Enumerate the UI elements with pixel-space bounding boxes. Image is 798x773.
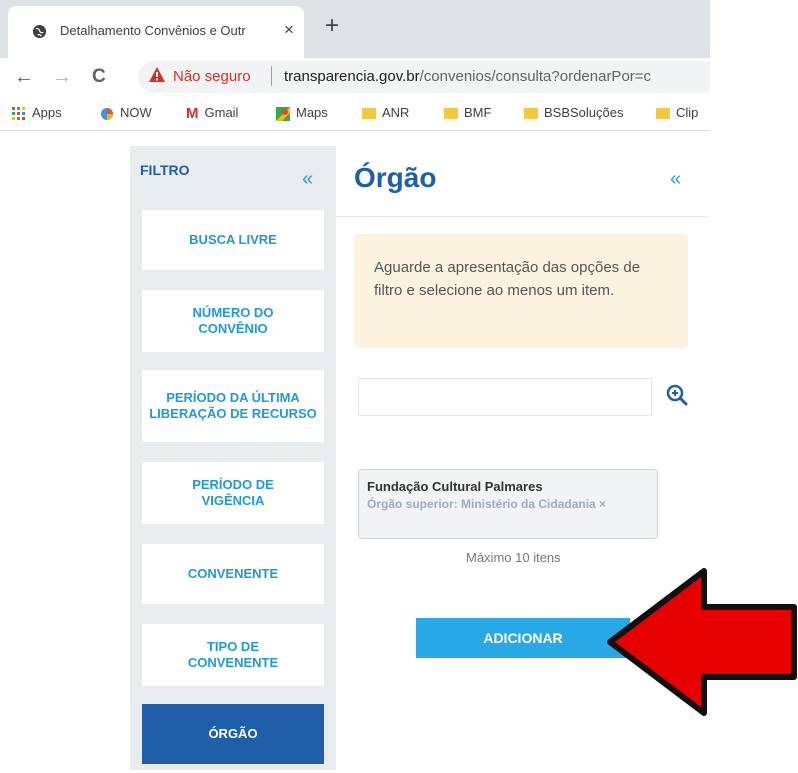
tab-title: Detalhamento Convênios e Outr	[60, 23, 246, 38]
back-button[interactable]: ←	[14, 66, 34, 89]
bookmark-label: Maps	[296, 105, 328, 120]
address-bar[interactable]: Não seguro transparencia.gov.br/convenio…	[138, 61, 710, 93]
search-zoom-icon[interactable]	[664, 382, 690, 408]
bookmark-label: ANR	[382, 105, 410, 120]
bookmarks-bar: Apps NOW M Gmail Maps ANR BMF BSBSoluções…	[0, 98, 710, 131]
maps-icon	[276, 106, 290, 121]
reload-button[interactable]: C	[92, 66, 106, 88]
bookmark-label: Clip	[676, 105, 699, 120]
folder-icon	[362, 108, 376, 120]
bookmark-gmail[interactable]: M Gmail	[186, 105, 238, 122]
security-status[interactable]: Não seguro	[173, 68, 251, 85]
bookmark-label: NOW	[120, 105, 152, 120]
folder-icon	[524, 108, 538, 120]
notice-text: Aguarde a apresentação das opções de fil…	[374, 259, 641, 299]
selected-orgao-chip[interactable]: Fundação Cultural Palmares Órgão superio…	[358, 469, 658, 539]
url-host: transparencia.gov.br	[284, 68, 420, 85]
filter-busca-livre[interactable]: BUSCA LIVRE	[142, 210, 324, 270]
filter-periodo-vigencia[interactable]: PERÍODO DE VIGÊNCIA	[142, 462, 324, 524]
selected-orgao-subtitle[interactable]: Órgão superior: Ministério da Cidadania …	[367, 497, 617, 512]
address-separator	[271, 66, 272, 86]
tab-close-icon[interactable]: ×	[284, 20, 294, 40]
panel-collapse-icon[interactable]: «	[670, 168, 681, 191]
panel-title: Órgão	[354, 162, 437, 193]
gmail-icon: M	[186, 105, 199, 123]
filter-title: FILTRO	[140, 162, 190, 178]
bookmark-clip[interactable]: Clip	[656, 105, 698, 120]
bookmark-bsbsolucoes[interactable]: BSBSoluções	[524, 105, 624, 120]
bookmark-label: BMF	[464, 105, 492, 120]
tab-strip: Detalhamento Convênios e Outr × +	[0, 0, 710, 58]
bookmark-bmf[interactable]: BMF	[444, 105, 491, 120]
filter-convenente[interactable]: CONVENENTE	[142, 544, 324, 604]
filter-numero-convenio[interactable]: NÚMERO DO CONVÊNIO	[142, 290, 324, 352]
filter-periodo-ultima-liberacao[interactable]: PERÍODO DA ÚLTIMA LIBERAÇÃO DE RECURSO	[142, 370, 324, 442]
add-button[interactable]: ADICIONAR	[416, 618, 630, 658]
browser-chrome: Detalhamento Convênios e Outr × + ← → C …	[0, 0, 710, 131]
filter-tipo-convenente[interactable]: TIPO DE CONVENENTE	[142, 624, 324, 686]
apps-grid-icon	[12, 106, 25, 120]
now-logo-icon	[101, 107, 113, 120]
warning-icon	[149, 67, 165, 82]
url-text[interactable]: transparencia.gov.br/convenios/consulta?…	[284, 68, 708, 85]
forward-button[interactable]: →	[52, 66, 72, 89]
bookmark-anr[interactable]: ANR	[362, 105, 409, 120]
folder-icon	[656, 108, 670, 120]
sidebar-collapse-icon[interactable]: «	[302, 168, 313, 191]
panel-header: Órgão «	[336, 146, 708, 217]
browser-tab[interactable]: Detalhamento Convênios e Outr ×	[8, 6, 304, 58]
globe-icon	[32, 24, 47, 39]
folder-icon	[444, 108, 458, 120]
bookmark-maps[interactable]: Maps	[276, 105, 328, 121]
browser-toolbar: ← → C Não seguro transparencia.gov.br/co…	[0, 58, 710, 98]
selected-orgao-name: Fundação Cultural Palmares	[367, 479, 543, 494]
bookmark-label: BSBSoluções	[544, 105, 624, 120]
filter-orgao[interactable]: ÓRGÃO	[142, 704, 324, 764]
bookmark-label: Apps	[32, 105, 62, 120]
filter-sidebar: FILTRO « BUSCA LIVRE NÚMERO DO CONVÊNIO …	[130, 146, 336, 770]
red-arrow-annotation-icon	[607, 568, 797, 716]
url-path: /convenios/consulta?ordenarPor=c	[419, 68, 652, 85]
bookmark-apps[interactable]: Apps	[12, 105, 62, 121]
max-items-note: Máximo 10 itens	[466, 550, 561, 565]
bookmark-now[interactable]: NOW	[100, 105, 152, 121]
loading-notice: Aguarde a apresentação das opções de fil…	[354, 234, 688, 348]
orgao-search-input[interactable]	[358, 378, 652, 416]
new-tab-button[interactable]: +	[325, 12, 339, 40]
bookmark-label: Gmail	[204, 105, 239, 120]
